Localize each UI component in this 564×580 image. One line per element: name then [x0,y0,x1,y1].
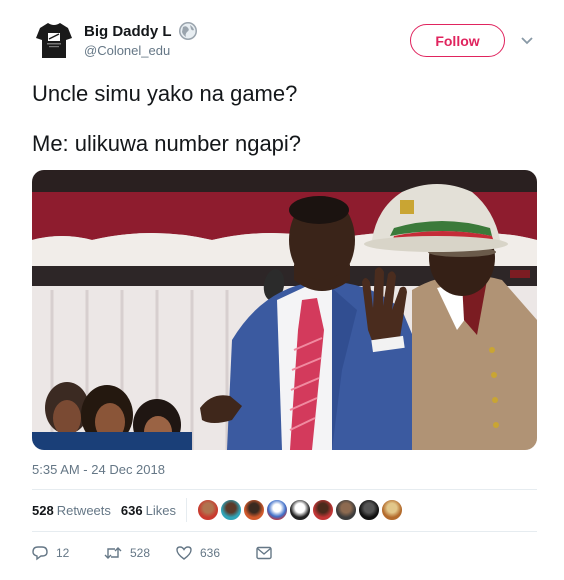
liker-avatar[interactable] [219,499,242,521]
divider [32,531,537,532]
user-handle[interactable]: @Colonel_edu [84,43,198,58]
tweet-card: Big Daddy L @Colonel_edu Follow Uncle si… [0,0,564,580]
message-icon [256,546,272,560]
globe-icon [178,21,198,41]
tweet-photo[interactable] [32,170,537,450]
stats-separator [185,498,187,522]
reply-button[interactable]: 12 [32,545,104,561]
liker-avatar[interactable] [334,499,357,521]
reply-count: 12 [56,546,70,560]
liker-avatar[interactable] [357,499,380,521]
liker-avatar[interactable] [311,499,334,521]
tweet-line: Uncle simu yako na game? [32,81,298,106]
liker-avatar[interactable] [380,499,403,521]
tweet-header: Big Daddy L @Colonel_edu Follow [32,18,542,68]
retweet-icon [104,547,122,559]
likes-label: Likes [145,502,176,518]
retweet-button[interactable]: 528 [104,545,176,561]
follow-button[interactable]: Follow [410,24,505,57]
retweets-stat[interactable]: 528 Retweets [32,503,111,518]
user-names: Big Daddy L @Colonel_edu [84,21,198,58]
like-count: 636 [200,546,221,560]
retweets-count: 528 [32,502,54,518]
liker-avatars [196,499,404,521]
display-name[interactable]: Big Daddy L [84,23,172,40]
retweets-label: Retweets [56,502,111,518]
likes-count: 636 [120,502,143,518]
tweet-text: Uncle simu yako na game? Me: ulikuwa num… [32,80,532,180]
direct-message-button[interactable] [256,546,280,560]
liker-avatar[interactable] [242,499,265,521]
tweet-line: Me: ulikuwa number ngapi? [32,131,302,156]
retweet-count: 528 [130,546,151,560]
chevron-down-icon[interactable] [520,34,534,48]
heart-icon [176,546,192,560]
tweet-stats: 528 Retweets 636 Likes [32,491,537,529]
liker-avatar[interactable] [265,499,288,521]
like-button[interactable]: 636 [176,545,256,561]
liker-avatar[interactable] [196,499,219,521]
tweet-actions: 12 528 636 [32,542,537,564]
reply-icon [32,546,48,561]
likes-stat[interactable]: 636 Likes [121,503,176,518]
avatar[interactable] [32,18,76,62]
divider [32,489,537,490]
tweet-timestamp[interactable]: 5:35 AM - 24 Dec 2018 [32,462,165,477]
liker-avatar[interactable] [288,499,311,521]
